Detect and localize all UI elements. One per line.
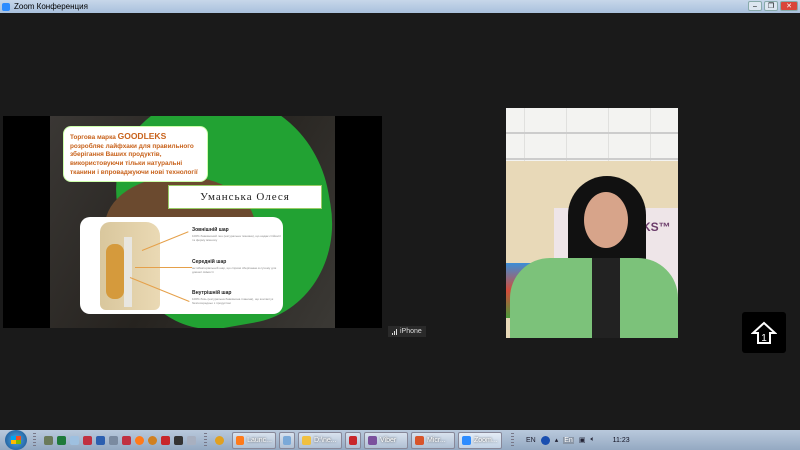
- share-screen-icon: 1: [751, 321, 777, 344]
- toolbar-grip[interactable]: [204, 433, 207, 447]
- app-icon[interactable]: [174, 435, 183, 445]
- share-screen-button[interactable]: 1: [742, 312, 786, 353]
- app-icon: [236, 435, 245, 445]
- bread-bag-image: [100, 222, 160, 310]
- volume-icon[interactable]: 🔈︎: [590, 436, 594, 444]
- taskbar-button-label: Zoom...: [474, 436, 498, 444]
- svg-text:1: 1: [761, 333, 767, 344]
- windows-taskbar: Launc... D:\ne... Viber Micr... Zoom... EN ▴…: [0, 430, 800, 450]
- app-icon[interactable]: [187, 435, 196, 445]
- app-icon[interactable]: [148, 435, 157, 445]
- app-icon[interactable]: [161, 435, 170, 445]
- taskbar-button[interactable]: Launc...: [232, 431, 276, 449]
- taskbar-button-label: Viber: [380, 436, 397, 444]
- taskbar-button[interactable]: Micr...: [411, 431, 455, 449]
- excel-icon[interactable]: [57, 435, 66, 445]
- app-icon: [302, 435, 311, 445]
- participant-video: EKS™: [506, 108, 678, 338]
- taskbar-button[interactable]: [345, 431, 361, 449]
- app-icon[interactable]: [215, 435, 224, 445]
- input-language[interactable]: En: [563, 436, 574, 444]
- minimize-button[interactable]: –: [748, 1, 762, 11]
- signal-icon: [392, 328, 397, 335]
- system-tray: EN ▴ En ▣ 🔈︎: [526, 435, 595, 445]
- network-tray-icon[interactable]: ▣: [579, 436, 586, 444]
- taskbar-button-label: D:\ne...: [314, 436, 337, 444]
- computer-icon[interactable]: [109, 435, 118, 445]
- taskbar-button-label: Launc...: [247, 436, 272, 444]
- toolbar-grip[interactable]: [511, 433, 514, 447]
- app-icon: [462, 435, 471, 445]
- app-icon: [368, 435, 377, 445]
- word-icon[interactable]: [96, 435, 105, 445]
- clock[interactable]: 11:23: [613, 437, 630, 444]
- close-button[interactable]: ✕: [780, 1, 798, 11]
- tray-expand-icon[interactable]: ▴: [555, 436, 559, 444]
- language-indicator[interactable]: EN: [526, 437, 536, 444]
- calculator-icon[interactable]: [70, 435, 79, 445]
- participant-name-label: Уманська Олеся: [168, 185, 322, 209]
- layers-card: Зовнішній шар 100% бавовняний лен (натура…: [80, 217, 283, 314]
- brand-name: GOODLEKS: [117, 131, 167, 141]
- quicklaunch-icon[interactable]: [44, 435, 53, 445]
- taskbar-button[interactable]: D:\ne...: [298, 431, 342, 449]
- taskbar-button[interactable]: Zoom...: [458, 431, 502, 449]
- app-icon: [283, 435, 291, 445]
- firefox-icon[interactable]: [135, 435, 144, 445]
- window-title: Zoom Конференция: [14, 2, 88, 11]
- network-icon[interactable]: [83, 435, 92, 445]
- help-icon[interactable]: [540, 435, 550, 445]
- restore-button[interactable]: ❐: [764, 1, 778, 11]
- layer-outer: Зовнішній шар 100% бавовняний лен (натура…: [192, 227, 282, 242]
- device-label: iPhone: [388, 326, 426, 337]
- presentation-slide: Торгова марка GOODLEKS розробляє лайфхак…: [50, 116, 335, 328]
- toolbar-grip[interactable]: [33, 433, 36, 447]
- app-icon: [415, 435, 424, 445]
- brand-callout: Торгова марка GOODLEKS розробляє лайфхак…: [63, 126, 208, 182]
- taskbar-button[interactable]: Viber: [364, 431, 408, 449]
- network-icon[interactable]: [122, 435, 131, 445]
- layer-inner: Внутрішній шар 100% бязь (натуральна баво…: [192, 290, 274, 305]
- title-bar: Zoom Конференция – ❐ ✕: [0, 0, 800, 13]
- layer-middle: Середній шар антибактеріальний шар, що сп…: [192, 259, 277, 274]
- app-icon: [349, 435, 357, 445]
- taskbar-button-label: Micr...: [427, 436, 446, 444]
- start-button[interactable]: [5, 430, 27, 450]
- shared-screen: Торгова марка GOODLEKS розробляє лайфхак…: [3, 116, 382, 328]
- taskbar-button[interactable]: [279, 431, 295, 449]
- zoom-app-icon: [2, 2, 10, 11]
